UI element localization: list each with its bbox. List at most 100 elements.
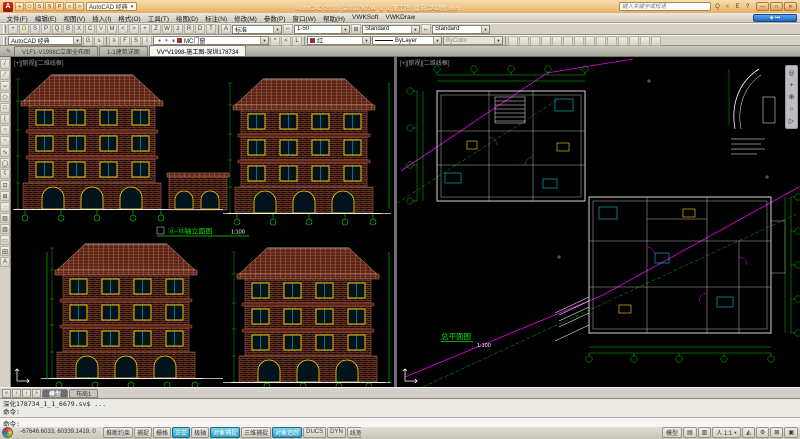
zoom-window-icon[interactable]: W <box>162 24 172 34</box>
layer-previous-icon[interactable]: < <box>281 36 291 46</box>
workspace-switcher[interactable]: AutoCAD 经典▼ <box>86 2 137 11</box>
toggle-infer[interactable]: 推断约束 <box>103 427 133 438</box>
mleader-style-icon[interactable]: ⌙ <box>421 24 431 34</box>
measure-distance-icon[interactable] <box>530 36 540 46</box>
paste-icon[interactable]: V <box>96 24 106 34</box>
quick-view-layouts-icon[interactable]: ▤ <box>683 427 697 438</box>
annotation-visibility-icon[interactable]: ◭ <box>742 427 755 438</box>
search-icon[interactable]: Q <box>713 2 722 11</box>
render-tool-icon[interactable] <box>629 36 639 46</box>
menu-vwkdraw[interactable]: VWKDraw <box>382 14 419 21</box>
viewport-left-controls[interactable]: [+][俯视][二维线框] <box>14 58 64 67</box>
save-workspace-icon[interactable]: s <box>94 36 104 46</box>
toolbar-grip[interactable] <box>3 25 6 33</box>
draw-order-front-icon[interactable] <box>508 36 518 46</box>
text-style-icon[interactable]: A <box>221 24 231 34</box>
toggle-3d-osnap[interactable]: 三维捕捉 <box>241 427 271 438</box>
workspace-settings-icon[interactable]: G <box>83 36 93 46</box>
redo-icon[interactable]: > <box>75 2 84 11</box>
viewport-left[interactable]: [+][俯视][二维线框] <box>11 57 394 387</box>
layer-filter-icon[interactable]: F <box>120 36 130 46</box>
maximize-icon[interactable]: □ <box>770 2 783 11</box>
locate-point-icon[interactable] <box>563 36 573 46</box>
hatch-icon[interactable]: ▨ <box>0 213 10 223</box>
toolbar-lock-icon[interactable]: ⊠ <box>770 427 783 438</box>
viewport-right[interactable]: [+][俯视][二维线框] <box>397 57 800 387</box>
undo-icon[interactable]: < <box>118 24 128 34</box>
text-style-dropdown[interactable]: 标准▼ <box>232 25 282 34</box>
menu-modify[interactable]: 修改(M) <box>231 13 261 23</box>
toggle-ducs[interactable]: DUCS <box>303 427 326 438</box>
tab-layout1[interactable]: 布局1 <box>69 389 98 398</box>
save-icon[interactable]: S <box>30 24 40 34</box>
title-bar[interactable]: A +OS§P<> AutoCAD 经典▼ AutoCAD 2013 深圳178… <box>0 0 800 13</box>
region-icon[interactable]: ▭ <box>0 235 10 245</box>
close-icon[interactable]: ✕ <box>784 2 797 11</box>
zoom-icon[interactable]: ⊕ <box>787 92 797 102</box>
new-icon[interactable]: + <box>15 2 24 11</box>
line-icon[interactable]: / <box>0 59 10 69</box>
coordinates-readout[interactable]: -67646.6033, 60339.1419, 0 <box>15 428 101 436</box>
table-icon[interactable]: 田 <box>0 246 10 256</box>
toggle-osnap[interactable]: 对象捕捉 <box>210 427 240 438</box>
circle-icon[interactable]: ○ <box>0 125 10 135</box>
copy-icon[interactable]: C <box>85 24 95 34</box>
insert-block-icon[interactable]: ⊡ <box>0 180 10 190</box>
menu-tools[interactable]: 工具(T) <box>144 13 172 23</box>
layer-isolate-icon[interactable]: I <box>142 36 152 46</box>
toggle-grid[interactable]: 栅格 <box>153 427 171 438</box>
polyline-icon[interactable]: ᴗ <box>0 81 10 91</box>
orbit-icon[interactable]: ○ <box>787 104 797 114</box>
table-style-icon[interactable]: ⊞ <box>351 24 361 34</box>
properties-icon[interactable]: R <box>184 24 194 34</box>
undo-icon[interactable]: < <box>65 2 74 11</box>
pan-realtime-icon[interactable]: + <box>140 24 150 34</box>
publish-icon[interactable]: B <box>63 24 73 34</box>
save-as-icon[interactable]: § <box>45 2 54 11</box>
polygon-icon[interactable]: ⬠ <box>0 92 10 102</box>
toggle-ortho[interactable]: 正交 <box>172 427 190 438</box>
menu-format[interactable]: 格式(O) <box>115 13 144 23</box>
linetype-dropdown[interactable]: ByLayer▼ <box>372 36 442 45</box>
annotate-tool-icon[interactable] <box>651 36 661 46</box>
open-icon[interactable]: O <box>25 2 34 11</box>
tab-nav-first[interactable]: « <box>2 389 11 398</box>
view-tool-icon[interactable] <box>618 36 628 46</box>
ucs-tool-icon[interactable] <box>607 36 617 46</box>
group-tool-icon[interactable] <box>640 36 650 46</box>
toggle-otrack[interactable]: 对象追踪 <box>272 427 302 438</box>
exchange-apps-icon[interactable]: E <box>733 2 742 11</box>
file-tab-1[interactable]: V1F1-V1998C立面全布图 <box>14 46 98 56</box>
search-input[interactable] <box>619 2 711 11</box>
layer-dropdown[interactable]: ● ☀ ∎ MC门窗 ▼ <box>153 36 269 45</box>
menu-edit[interactable]: 编辑(E) <box>31 13 60 23</box>
construction-line-icon[interactable]: ⁄ <box>0 70 10 80</box>
osnap-settings-icon[interactable] <box>596 36 606 46</box>
menu-file[interactable]: 文件(F) <box>3 13 31 23</box>
file-tab-3[interactable]: VV*V1998-施工图-深圳178734 <box>149 45 247 56</box>
design-center-icon[interactable]: D <box>195 24 205 34</box>
autocad-logo-icon[interactable]: A <box>3 2 13 12</box>
ellipse-icon[interactable]: ◯ <box>0 158 10 168</box>
infocenter-notification[interactable]: ◈ ▪▪▪ <box>753 14 797 22</box>
navigation-wheel-icon[interactable]: ◎ <box>787 68 797 78</box>
toolbar-grip[interactable] <box>3 37 6 45</box>
star-icon[interactable]: ★ <box>723 2 732 11</box>
quick-calc-icon[interactable] <box>574 36 584 46</box>
mleader-style-dropdown[interactable]: Standard▼ <box>432 25 490 34</box>
toggle-polar[interactable]: 极轴 <box>191 427 209 438</box>
dim-style-icon[interactable]: ⌐ <box>283 24 293 34</box>
menu-draw[interactable]: 绘图(D) <box>173 13 202 23</box>
qnew-icon[interactable]: + <box>8 24 18 34</box>
tab-nav-last[interactable]: » <box>32 389 41 398</box>
make-block-icon[interactable]: ⊞ <box>0 191 10 201</box>
quick-view-drawings-icon[interactable]: ▥ <box>698 427 712 438</box>
workspaces-dropdown[interactable]: AutoCAD 经典▼ <box>8 36 82 45</box>
command-line-panel[interactable]: 深化178734_1_1_6679.sv$ ... 命令: 命令: <box>0 398 800 424</box>
make-object-layer-current-icon[interactable]: ^ <box>270 36 280 46</box>
open-icon[interactable]: O <box>19 24 29 34</box>
viewport-right-controls[interactable]: [+][俯视][二维线框] <box>400 58 450 67</box>
rectangle-icon[interactable]: □ <box>0 103 10 113</box>
new-drawing-icon[interactable]: ✎ <box>4 47 13 56</box>
menu-window[interactable]: 窗口(W) <box>289 13 319 23</box>
